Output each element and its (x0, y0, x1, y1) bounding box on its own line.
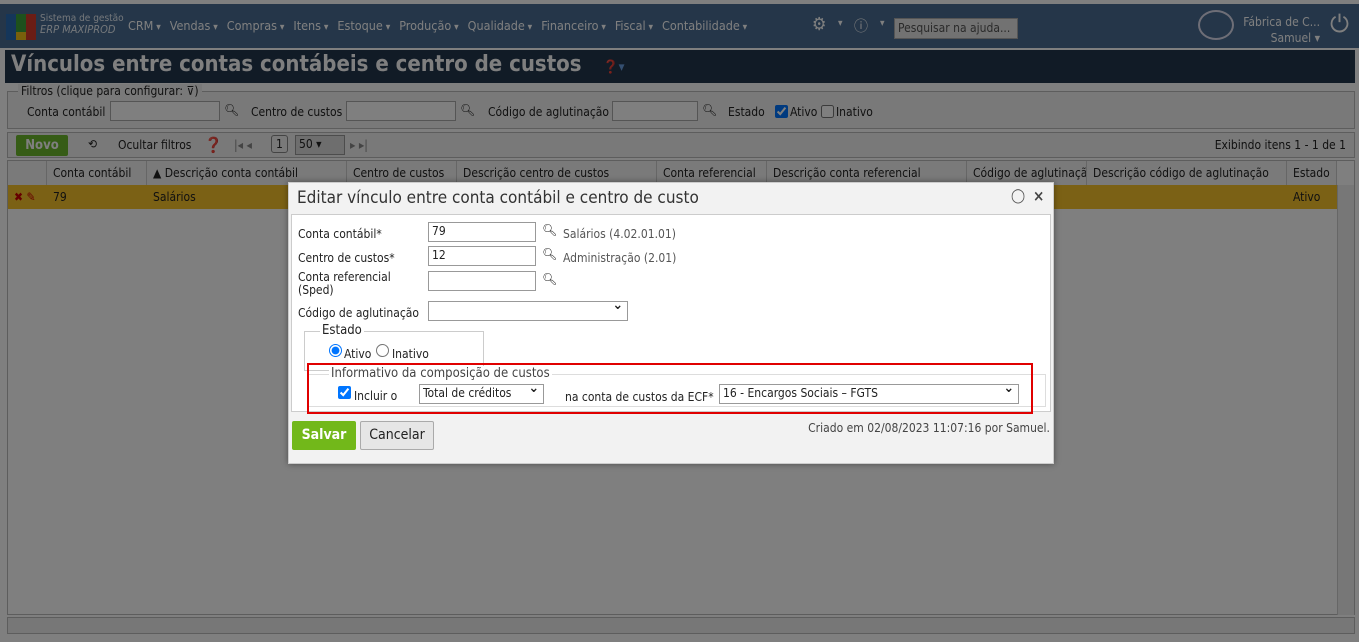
estado-legend: Estado (320, 323, 364, 338)
codigo-select[interactable] (428, 297, 628, 321)
centro-input[interactable]: 12 (428, 246, 536, 266)
codigo-label: Código de aglutinação (298, 306, 419, 320)
created-info: Criado em 02/08/2023 11:07:16 por Samuel… (808, 421, 1050, 435)
chat-icon[interactable]: ◯ (1011, 188, 1025, 204)
inativo-label: Inativo (392, 347, 429, 361)
edit-dialog: Editar vínculo entre conta contábil e ce… (288, 182, 1054, 464)
search-icon[interactable]: 🔍︎ (542, 247, 557, 261)
dialog-title: Editar vínculo entre conta contábil e ce… (297, 188, 699, 208)
cancel-button[interactable]: Cancelar (360, 421, 434, 450)
inativo-radio[interactable] (376, 344, 389, 357)
conta-input[interactable]: 79 (428, 222, 536, 242)
search-icon[interactable]: 🔍︎ (542, 223, 557, 237)
ativo-radio[interactable] (329, 344, 342, 357)
centro-description: Administração (2.01) (563, 251, 677, 265)
close-icon[interactable]: × (1033, 187, 1044, 205)
save-button[interactable]: Salvar (292, 421, 356, 450)
search-icon[interactable]: 🔍︎ (542, 272, 557, 286)
conta-description: Salários (4.02.01.01) (563, 227, 676, 241)
centro-label: Centro de custos* (298, 251, 395, 265)
highlight-box (307, 363, 1033, 414)
ref-label: Conta referencial (Sped) (298, 270, 391, 297)
conta-label: Conta contábil* (298, 227, 382, 241)
ativo-label: Ativo (344, 347, 372, 361)
ref-input[interactable] (428, 271, 536, 291)
